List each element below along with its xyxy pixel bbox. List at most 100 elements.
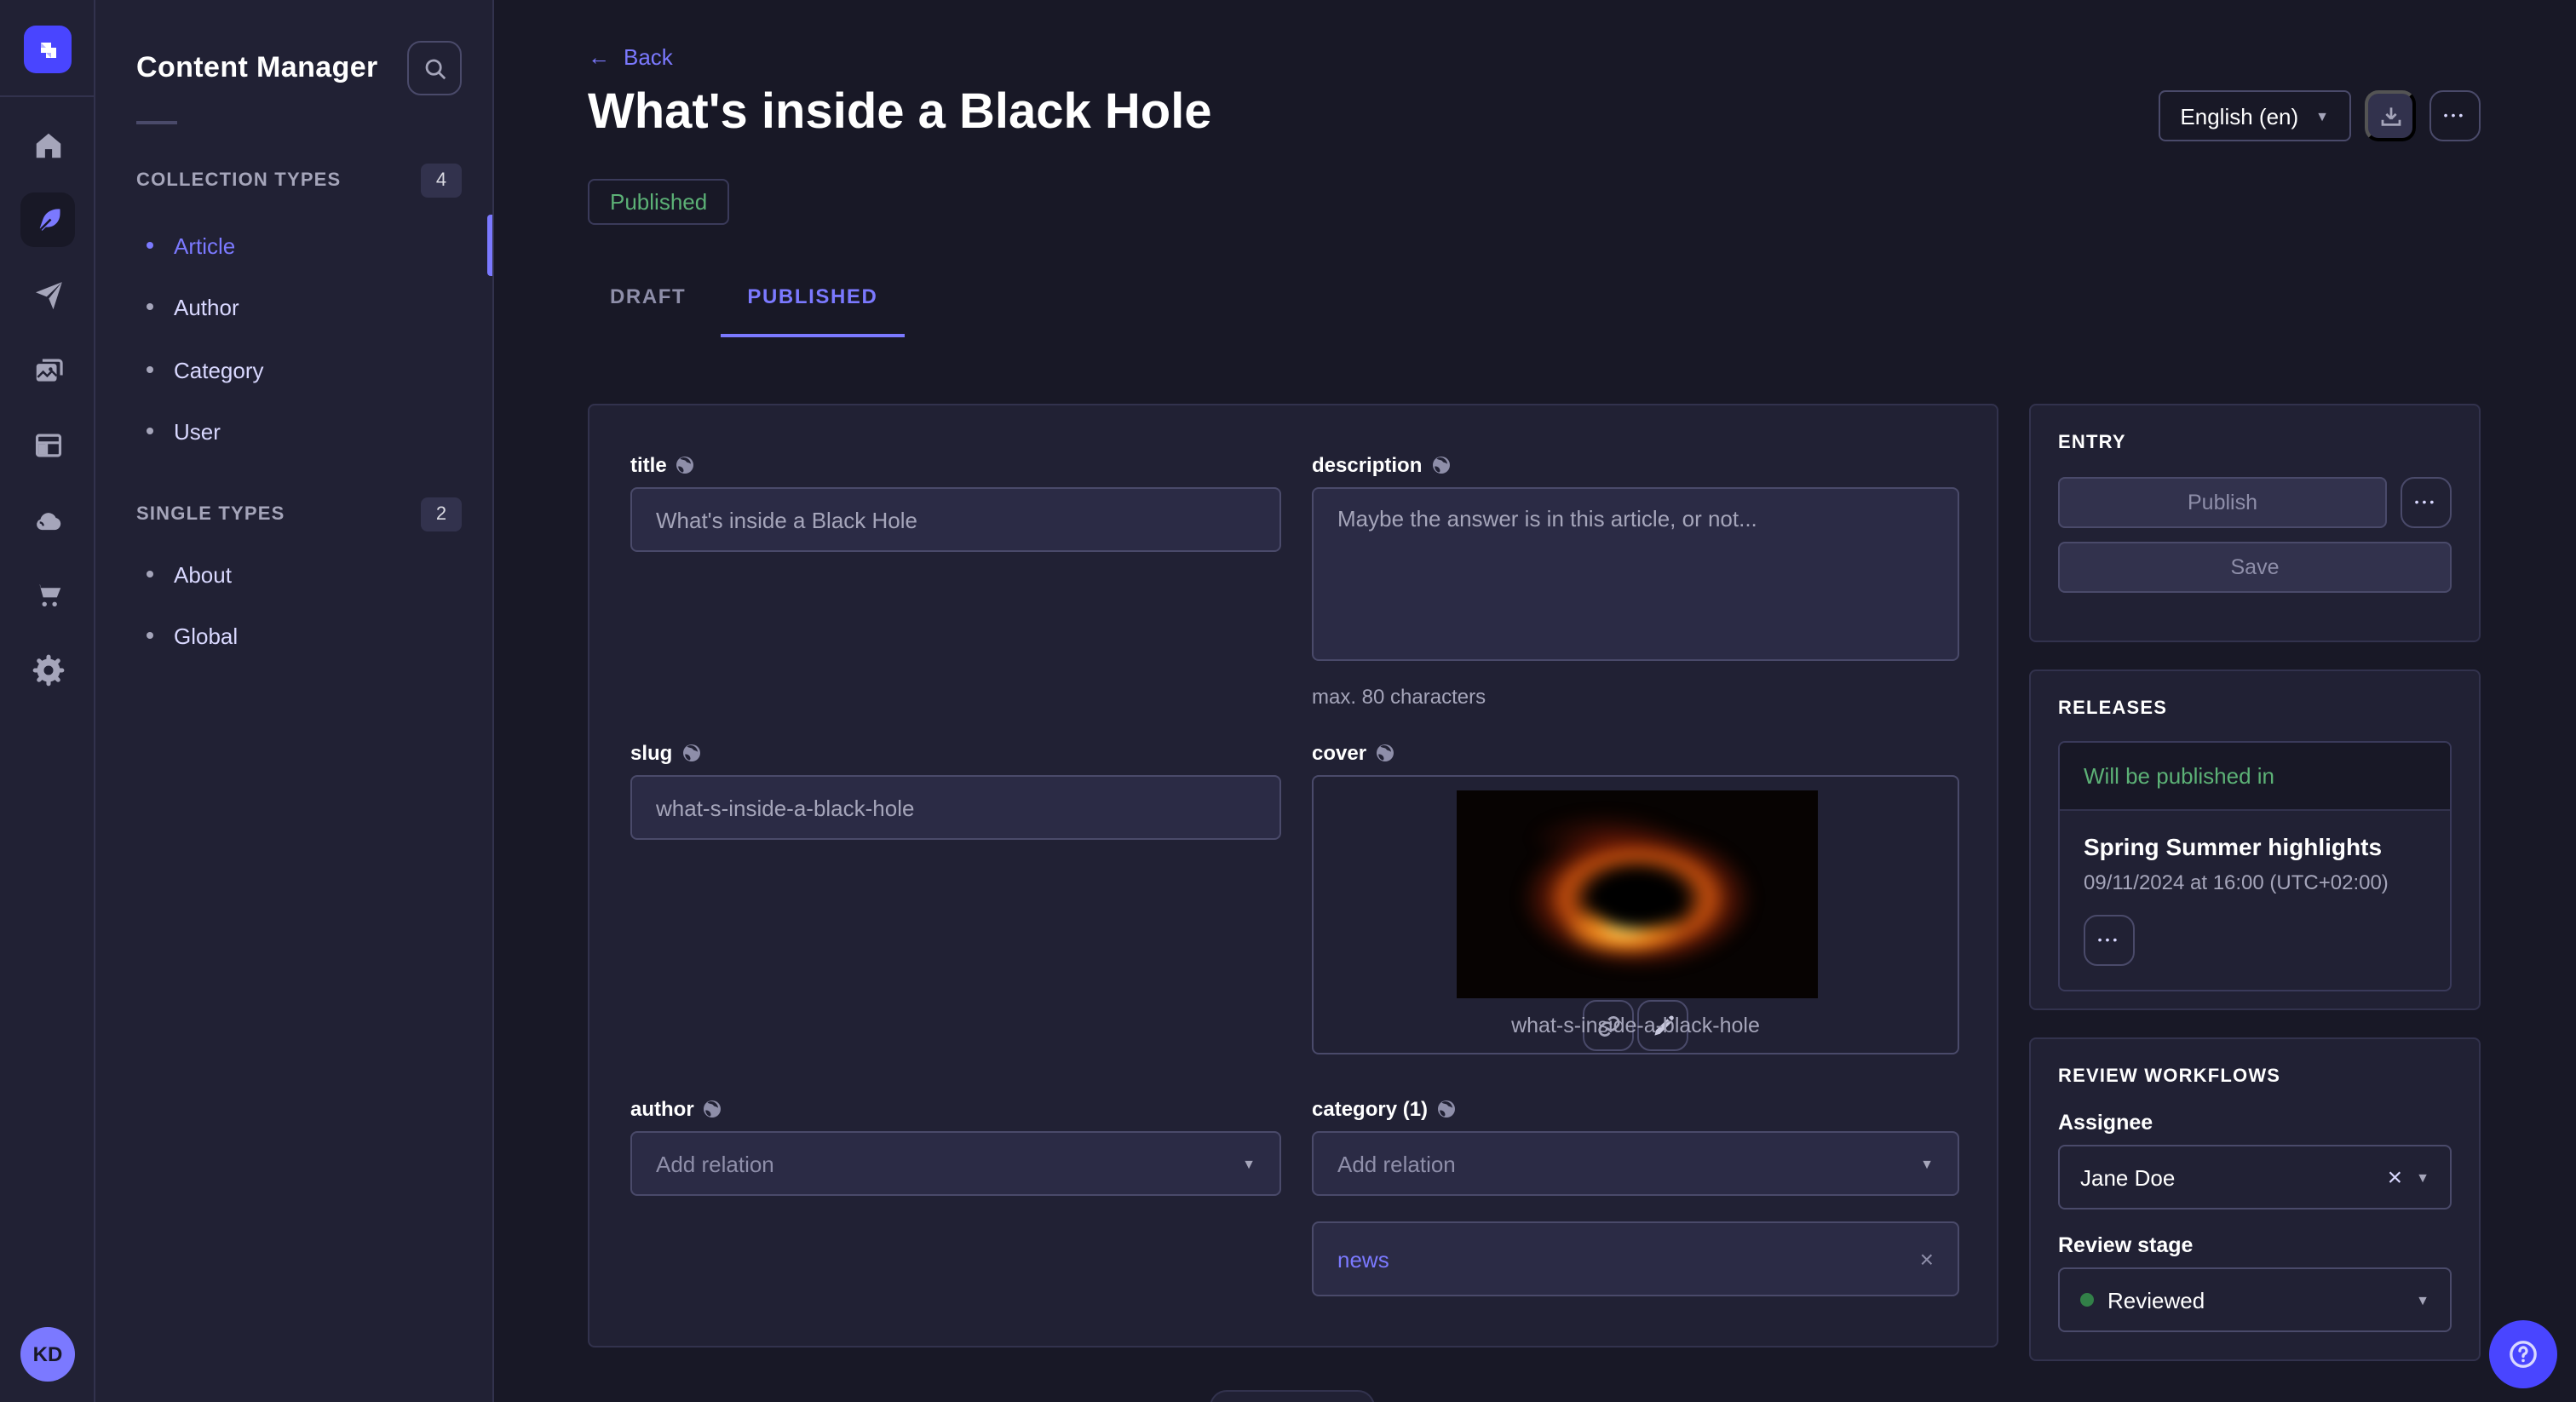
release-name: Spring Summer highlights <box>2084 833 2426 860</box>
assignee-value: Jane Doe <box>2080 1164 2374 1190</box>
question-mark-icon <box>2506 1337 2540 1371</box>
back-link[interactable]: ← Back <box>588 44 673 70</box>
release-date: 09/11/2024 at 16:00 (UTC+02:00) <box>2084 871 2426 894</box>
sidebar-item-category[interactable]: Category <box>136 344 479 395</box>
locale-select[interactable]: English (en) ▼ <box>2158 90 2351 141</box>
sidebar-item-about[interactable]: About <box>136 549 479 600</box>
sidebar-item-user[interactable]: User <box>136 405 479 457</box>
sidebar-item-article[interactable]: Article <box>136 220 479 271</box>
entry-form-card: title description Maybe the answer is in… <box>588 404 1998 1347</box>
clear-assignee-icon[interactable]: × <box>2388 1163 2403 1192</box>
review-workflows-heading: REVIEW WORKFLOWS <box>2058 1066 2452 1087</box>
sidebar-item-label: About <box>174 561 232 587</box>
header-more-button[interactable]: ••• <box>2429 90 2481 141</box>
assignee-label: Assignee <box>2058 1111 2452 1135</box>
sidebar-item-label: Author <box>174 294 239 319</box>
category-label: category (1) <box>1312 1094 1959 1124</box>
relation-placeholder: Add relation <box>1337 1151 1456 1176</box>
review-stage-select[interactable]: Reviewed ▼ <box>2058 1267 2452 1332</box>
status-badge: Published <box>588 179 729 225</box>
collection-types-section: COLLECTION TYPES 4 <box>136 164 462 198</box>
slug-input[interactable] <box>630 775 1281 840</box>
download-button[interactable] <box>2365 90 2416 141</box>
entry-actions: Publish ••• <box>2058 477 2452 528</box>
user-avatar[interactable]: KD <box>20 1327 75 1382</box>
help-button[interactable] <box>2489 1320 2557 1388</box>
rail-divider <box>0 95 95 97</box>
locale-value: English (en) <box>2180 103 2298 129</box>
release-card: Will be published in Spring Summer highl… <box>2058 741 2452 991</box>
layout-icon[interactable] <box>20 417 75 472</box>
sidebar-item-global[interactable]: Global <box>136 610 479 661</box>
cloud-icon[interactable] <box>20 492 75 547</box>
cover-image <box>1457 790 1818 998</box>
more-icon: ••• <box>2098 934 2121 946</box>
sidebar-item-label: Category <box>174 357 264 382</box>
review-workflows-panel: REVIEW WORKFLOWS Assignee Jane Doe × ▼ R… <box>2029 1037 2481 1361</box>
search-button[interactable] <box>407 41 462 95</box>
settings-gear-icon[interactable] <box>20 642 75 697</box>
release-more-button[interactable]: ••• <box>2084 915 2135 966</box>
cart-icon[interactable] <box>20 567 75 622</box>
author-field-group: author Add relation ▼ <box>630 1094 1281 1196</box>
sidebar-item-label: Article <box>174 233 235 258</box>
author-label: author <box>630 1094 1281 1124</box>
tab-draft[interactable]: DRAFT <box>588 274 720 337</box>
sidebar-item-label: User <box>174 418 221 444</box>
publish-button[interactable]: Publish <box>2058 477 2387 528</box>
chevron-down-icon: ▼ <box>2315 108 2329 124</box>
sidebar-title: Content Manager <box>136 51 378 85</box>
media-library-icon[interactable] <box>20 342 75 397</box>
remove-relation-icon[interactable]: × <box>1920 1245 1934 1273</box>
author-relation-select[interactable]: Add relation ▼ <box>630 1131 1281 1196</box>
main-content: ← Back What's inside a Black Hole Publis… <box>494 0 2576 1402</box>
title-label: title <box>630 450 1281 480</box>
send-icon[interactable] <box>20 267 75 322</box>
review-stage-value: Reviewed <box>2107 1287 2402 1313</box>
strapi-logo-glyph <box>34 36 61 63</box>
globe-icon <box>703 1099 723 1119</box>
description-textarea[interactable]: Maybe the answer is in this article, or … <box>1312 487 1959 661</box>
app-window: KD Content Manager COLLECTION TYPES 4 Ar… <box>0 0 2576 1402</box>
cover-field-group: cover what-s-inside-a- <box>1312 738 1959 1054</box>
entry-panel: ENTRY Publish ••• Save <box>2029 404 2481 642</box>
release-status: Will be published in <box>2060 743 2450 811</box>
sidebar-item-author[interactable]: Author <box>136 281 479 332</box>
title-field-group: title <box>630 450 1281 552</box>
globe-icon <box>1375 743 1395 763</box>
entry-more-button[interactable]: ••• <box>2401 477 2452 528</box>
globe-icon <box>681 743 701 763</box>
tab-published[interactable]: PUBLISHED <box>720 274 905 337</box>
header-actions: English (en) ▼ ••• <box>2158 90 2481 141</box>
bullet-icon <box>147 303 153 310</box>
app-rail: KD <box>0 0 95 1402</box>
bullet-icon <box>147 632 153 639</box>
globe-icon <box>676 455 696 475</box>
category-field-group: category (1) Add relation ▼ news × <box>1312 1094 1959 1296</box>
bullet-icon <box>147 428 153 434</box>
content-manager-feather-icon[interactable] <box>20 192 75 247</box>
back-label: Back <box>624 44 673 70</box>
home-icon[interactable] <box>20 118 75 172</box>
bullet-icon <box>147 571 153 577</box>
description-label: description <box>1312 450 1959 480</box>
single-types-count-badge: 2 <box>421 497 462 531</box>
stage-status-dot-icon <box>2080 1293 2094 1307</box>
title-input[interactable] <box>630 487 1281 552</box>
releases-panel: RELEASES Will be published in Spring Sum… <box>2029 669 2481 1010</box>
chevron-down-icon: ▼ <box>1920 1156 1934 1171</box>
cover-label: cover <box>1312 738 1959 768</box>
entry-heading: ENTRY <box>2058 433 2452 453</box>
single-types-section: SINGLE TYPES 2 <box>136 497 462 531</box>
assignee-combobox[interactable]: Jane Doe × ▼ <box>2058 1145 2452 1210</box>
review-stage-label: Review stage <box>2058 1233 2452 1257</box>
save-button[interactable]: Save <box>2058 542 2452 593</box>
strapi-logo-icon[interactable] <box>24 26 72 73</box>
chevron-down-icon: ▼ <box>2416 1292 2429 1307</box>
right-panel: ENTRY Publish ••• Save RELEASES Will be … <box>2029 404 2481 1361</box>
releases-heading: RELEASES <box>2058 698 2452 719</box>
next-section-partial <box>1210 1390 1375 1402</box>
category-tag-link[interactable]: news <box>1337 1246 1389 1272</box>
more-icon: ••• <box>2444 110 2467 122</box>
category-relation-select[interactable]: Add relation ▼ <box>1312 1131 1959 1196</box>
